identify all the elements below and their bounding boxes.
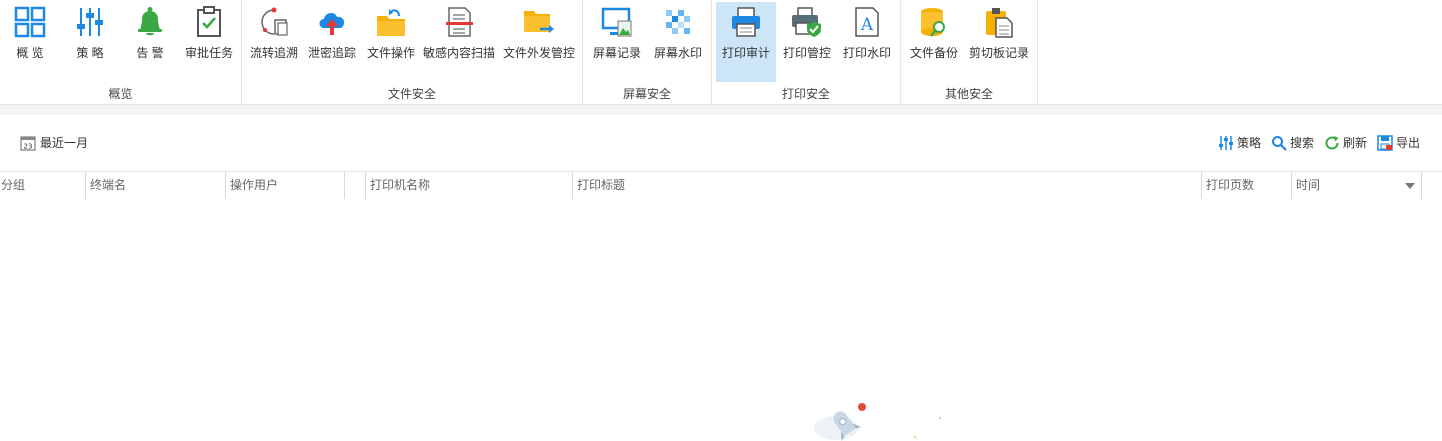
print-audit-button[interactable]: 打印审计	[716, 2, 776, 82]
monitor-icon	[601, 7, 632, 37]
column-header-time[interactable]: 时间	[1291, 172, 1421, 199]
refresh-button[interactable]: 刷新	[1324, 134, 1367, 151]
overview-button[interactable]: 概 览	[2, 2, 58, 82]
leak-tracking-label: 泄密追踪	[307, 46, 356, 60]
sort-dropdown-icon[interactable]	[1405, 183, 1415, 189]
screen-record-label: 屏幕记录	[592, 46, 641, 60]
calendar-icon: 23	[20, 136, 36, 150]
date-range-label: 最近一月	[40, 136, 89, 150]
alert-button[interactable]: 告 警	[122, 2, 178, 82]
flow-trace-icon	[261, 7, 288, 36]
export-icon	[1377, 134, 1393, 151]
group-label-file-security: 文件安全	[387, 87, 436, 101]
export-button[interactable]: 导出	[1377, 134, 1420, 151]
bell-icon	[138, 7, 162, 36]
print-watermark-icon: A	[855, 7, 879, 37]
file-outgoing-control-label: 文件外发管控	[502, 46, 575, 60]
strategy-button[interactable]: 策 略	[62, 2, 118, 82]
file-backup-button[interactable]: 文件备份	[905, 2, 963, 82]
alert-label: 告 警	[136, 46, 164, 60]
search-button[interactable]: 搜索	[1271, 134, 1314, 151]
sliders-icon	[1218, 135, 1233, 150]
column-header-print-title[interactable]: 打印标题	[572, 172, 1201, 199]
ribbon-group-overview: 概 览 策 略 告 警 审批任务 概览	[0, 0, 242, 104]
column-header-operator[interactable]: 操作用户	[225, 172, 344, 199]
table-header: 分组 终端名 操作用户 打印机名称 打印标题 打印页数 时间	[0, 171, 1442, 200]
flow-trace-button[interactable]: 流转追溯	[246, 2, 302, 82]
column-header-page-count[interactable]: 打印页数	[1201, 172, 1291, 199]
print-watermark-label: 打印水印	[842, 46, 891, 60]
strategy-action-label: 策略	[1236, 136, 1261, 150]
print-control-button[interactable]: 打印管控	[778, 2, 836, 82]
group-label-overview: 概览	[108, 87, 133, 101]
svg-text:A: A	[860, 15, 874, 35]
database-search-icon	[921, 8, 945, 37]
column-header-filler	[1421, 172, 1442, 199]
screen-watermark-label: 屏幕水印	[653, 46, 702, 60]
export-label: 导出	[1395, 136, 1420, 150]
flow-trace-label: 流转追溯	[249, 46, 298, 60]
approval-task-button[interactable]: 审批任务	[180, 2, 238, 82]
file-operation-label: 文件操作	[366, 46, 415, 60]
ribbon-group-file-security: 流转追溯 泄密追踪 文件操作 敏感内容扫描 文件外发管控 文件安全	[242, 0, 583, 104]
ribbon-group-other-security: 文件备份 剪切板记录 其他安全	[901, 0, 1038, 104]
file-backup-label: 文件备份	[909, 46, 958, 60]
group-label-print-security: 打印安全	[781, 87, 830, 101]
ribbon-separator-band	[0, 105, 1442, 115]
leak-tracking-button[interactable]: 泄密追踪	[304, 2, 360, 82]
print-watermark-button[interactable]: A 打印水印	[838, 2, 896, 82]
date-range-selector[interactable]: 23 最近一月	[20, 134, 88, 151]
search-icon	[1271, 135, 1287, 151]
clipboard-record-button[interactable]: 剪切板记录	[965, 2, 1033, 82]
watermark-icon	[666, 10, 690, 34]
approval-task-label: 审批任务	[184, 46, 233, 60]
sensitive-scan-label: 敏感内容扫描	[422, 46, 495, 60]
refresh-label: 刷新	[1342, 136, 1367, 150]
clipboard-record-label: 剪切板记录	[968, 46, 1029, 60]
column-header-group[interactable]: 分组	[0, 172, 85, 199]
strategy-label: 策 略	[76, 46, 104, 60]
ribbon: 概 览 策 略 告 警 审批任务 概览 流转追溯 泄密追踪 文件操作 敏感内容扫…	[0, 0, 1442, 105]
ribbon-group-print-security: 打印审计 打印管控 A 打印水印 打印安全	[712, 0, 901, 104]
folder-arrow-icon	[377, 9, 405, 36]
sliders-icon	[77, 8, 103, 36]
column-header-terminal[interactable]: 终端名	[85, 172, 225, 199]
folder-send-icon	[524, 11, 554, 33]
refresh-icon	[1325, 135, 1339, 150]
column-header-blank[interactable]	[344, 172, 365, 199]
document-scan-icon	[446, 7, 473, 37]
toolbar-actions: 策略 搜索 刷新 导出	[1208, 134, 1420, 151]
search-label: 搜索	[1289, 136, 1314, 150]
group-label-other-security: 其他安全	[944, 87, 993, 101]
empty-state-rocket-icon	[814, 403, 942, 441]
file-outgoing-control-button[interactable]: 文件外发管控	[500, 2, 578, 82]
print-audit-label: 打印审计	[721, 46, 770, 60]
file-operation-button[interactable]: 文件操作	[362, 2, 420, 82]
ribbon-group-screen-security: 屏幕记录 屏幕水印 屏幕安全	[583, 0, 712, 104]
screen-watermark-button[interactable]: 屏幕水印	[649, 2, 707, 82]
printer-shield-icon	[792, 7, 821, 37]
grid-icon	[14, 6, 46, 38]
group-label-screen-security: 屏幕安全	[622, 87, 671, 101]
calendar-day: 23	[24, 142, 33, 150]
column-header-printer[interactable]: 打印机名称	[365, 172, 572, 199]
overview-label: 概 览	[16, 46, 44, 60]
print-control-label: 打印管控	[782, 46, 831, 60]
screen-record-button[interactable]: 屏幕记录	[589, 2, 645, 82]
cloud-upload-icon	[319, 13, 345, 35]
column-header-time-label: 时间	[1296, 178, 1321, 192]
table-body-empty	[0, 199, 1442, 441]
printer-icon	[732, 7, 760, 37]
clipboard-check-icon	[197, 6, 221, 37]
strategy-action-button[interactable]: 策略	[1218, 134, 1261, 151]
clipboard-doc-icon	[986, 8, 1013, 38]
sensitive-scan-button[interactable]: 敏感内容扫描	[422, 2, 496, 82]
